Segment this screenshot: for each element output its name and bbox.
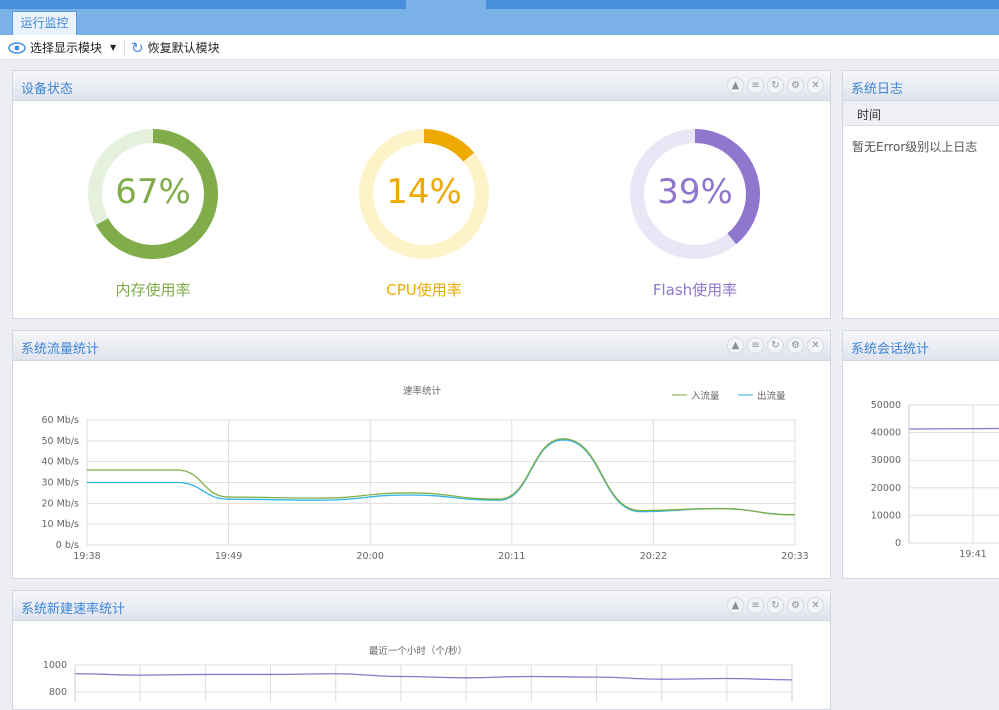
x-tick-label: 20:11 bbox=[498, 551, 525, 562]
y-tick-label: 800 bbox=[49, 687, 67, 698]
chart-title: 速率统计 bbox=[403, 385, 442, 397]
y-tick-label: 1000 bbox=[43, 660, 67, 671]
y-tick-label: 40000 bbox=[871, 428, 901, 439]
y-tick-label: 40 Mb/s bbox=[42, 457, 80, 468]
x-tick-label: 19:49 bbox=[215, 551, 242, 562]
y-tick-label: 10 Mb/s bbox=[42, 519, 80, 530]
y-tick-label: 50 Mb/s bbox=[42, 436, 80, 447]
y-tick-label: 30 Mb/s bbox=[42, 478, 80, 489]
y-tick-label: 20000 bbox=[871, 483, 901, 494]
x-tick-label: 19:38 bbox=[73, 551, 100, 562]
legend-label: 入流量 bbox=[691, 390, 720, 402]
y-tick-label: 30000 bbox=[871, 455, 901, 466]
y-tick-label: 20 Mb/s bbox=[42, 498, 80, 509]
y-tick-label: 0 bbox=[895, 538, 901, 549]
chart-title: 最近一个小时（个/秒） bbox=[369, 645, 467, 657]
x-tick-label: 20:00 bbox=[357, 551, 384, 562]
y-tick-label: 10000 bbox=[871, 510, 901, 521]
y-tick-label: 60 Mb/s bbox=[42, 415, 80, 426]
legend-label: 出流量 bbox=[757, 390, 786, 402]
plot-area bbox=[908, 404, 999, 544]
y-tick-label: 50000 bbox=[871, 400, 901, 411]
series-line-new-rate bbox=[74, 673, 793, 681]
y-tick-label: 0 b/s bbox=[56, 540, 79, 551]
x-tick-label: 20:33 bbox=[781, 551, 808, 562]
x-tick-label: 19:41 bbox=[959, 549, 986, 560]
x-tick-label: 20:22 bbox=[640, 551, 667, 562]
charts-layer: 0 b/s 10 Mb/s 20 Mb/s 30 Mb/s 40 Mb/s 50 Mb/s… bbox=[42, 385, 999, 702]
series-line-session bbox=[908, 427, 999, 430]
